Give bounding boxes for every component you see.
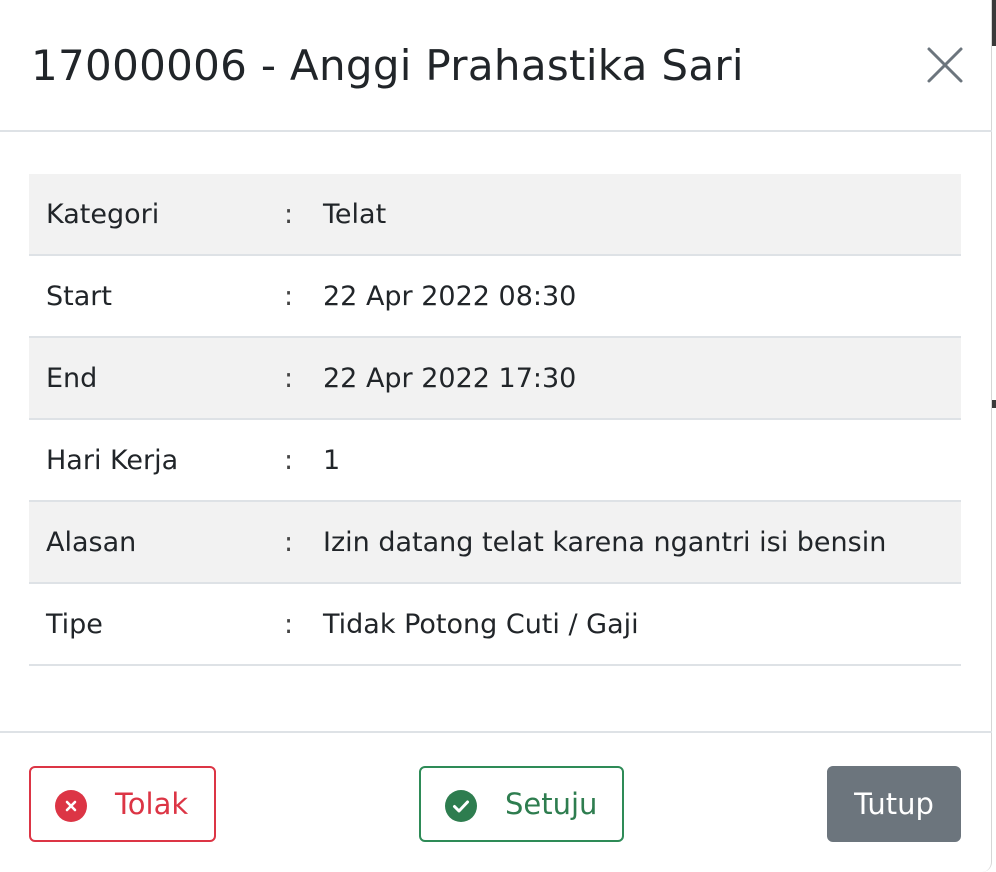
row-label: End (29, 337, 284, 420)
row-separator: : (284, 501, 323, 584)
row-value: 22 Apr 2022 17:30 (323, 337, 961, 420)
row-separator: : (284, 174, 323, 256)
modal-footer: Tolak Setuju Tutup (0, 731, 992, 872)
table-row: Hari Kerja : 1 (29, 419, 961, 502)
row-separator: : (284, 419, 323, 502)
row-value: 1 (323, 419, 961, 502)
row-separator: : (284, 583, 323, 666)
table-row: Kategori : Telat (29, 174, 961, 256)
row-value: 22 Apr 2022 08:30 (323, 255, 961, 338)
modal-dialog: 17000006 - Anggi Prahastika Sari Kategor… (0, 0, 992, 872)
row-label: Start (29, 255, 284, 338)
detail-table: Kategori : Telat Start : 22 Apr 2022 08:… (29, 174, 961, 666)
row-label: Kategori (29, 174, 284, 256)
row-value: Telat (323, 174, 961, 256)
row-separator: : (284, 337, 323, 420)
table-row: Alasan : Izin datang telat karena ngantr… (29, 501, 961, 584)
approve-button[interactable]: Setuju (419, 766, 624, 842)
row-label: Tipe (29, 583, 284, 666)
reject-button[interactable]: Tolak (29, 766, 216, 842)
times-circle-icon (55, 790, 87, 822)
row-value: Izin datang telat karena ngantri isi ben… (323, 501, 961, 584)
close-icon (927, 47, 963, 83)
close-modal-button[interactable]: Tutup (827, 766, 961, 842)
modal-header: 17000006 - Anggi Prahastika Sari (0, 0, 992, 132)
approve-button-label: Setuju (505, 787, 598, 821)
close-button[interactable] (926, 46, 964, 84)
row-label: Alasan (29, 501, 284, 584)
row-label: Hari Kerja (29, 419, 284, 502)
check-circle-icon (445, 790, 477, 822)
table-row: Tipe : Tidak Potong Cuti / Gaji (29, 583, 961, 666)
reject-button-label: Tolak (115, 787, 189, 821)
modal-title: 17000006 - Anggi Prahastika Sari (31, 41, 744, 90)
table-row: End : 22 Apr 2022 17:30 (29, 337, 961, 420)
table-row: Start : 22 Apr 2022 08:30 (29, 255, 961, 338)
row-value: Tidak Potong Cuti / Gaji (323, 583, 961, 666)
row-separator: : (284, 255, 323, 338)
